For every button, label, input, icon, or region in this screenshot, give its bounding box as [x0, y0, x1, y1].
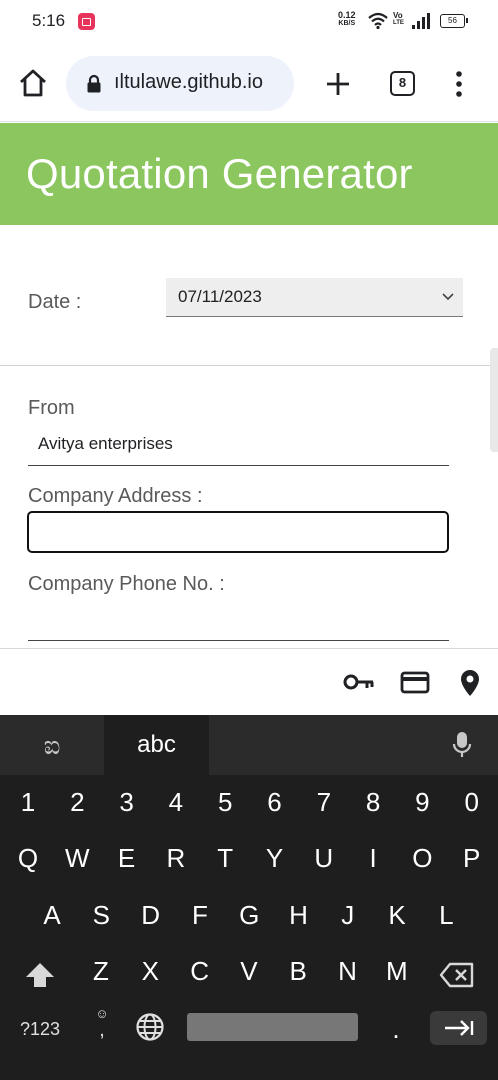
key-icon[interactable] — [343, 668, 375, 696]
from-input[interactable]: Avitya enterprises — [28, 426, 449, 466]
globe-icon[interactable] — [135, 1012, 165, 1042]
key-digit-9[interactable]: 9 — [398, 776, 446, 828]
new-tab-icon[interactable] — [322, 68, 354, 100]
key-digit-5[interactable]: 5 — [201, 776, 249, 828]
backspace-icon[interactable] — [439, 962, 475, 988]
volte-top: Vo — [393, 11, 403, 20]
home-icon[interactable] — [16, 66, 50, 100]
space-key[interactable] — [187, 1013, 358, 1041]
net-speed-unit: KB/S — [338, 20, 356, 27]
key-letter-f[interactable]: F — [176, 889, 224, 941]
period-key[interactable]: . — [372, 1003, 420, 1055]
chevron-down-icon — [442, 293, 454, 301]
shift-icon[interactable] — [24, 961, 56, 989]
key-digit-7[interactable]: 7 — [300, 776, 348, 828]
page-title: Quotation Generator — [26, 150, 413, 197]
browser-toolbar: ıltulawe.github.io 8 — [0, 44, 498, 122]
keyboard-language-bar: ಐ abc — [0, 715, 498, 775]
key-letter-m[interactable]: M — [373, 945, 421, 997]
key-letter-w[interactable]: W — [53, 832, 101, 884]
key-letter-p[interactable]: P — [448, 832, 496, 884]
from-value: Avitya enterprises — [38, 434, 173, 453]
key-letter-z[interactable]: Z — [77, 945, 125, 997]
key-letter-b[interactable]: B — [274, 945, 322, 997]
battery-level: 56 — [448, 16, 457, 25]
more-menu-icon[interactable] — [448, 68, 470, 100]
status-bar: 5:16 0.12 KB/S Vo LTE 56 — [0, 0, 498, 44]
tab-switcher-button[interactable]: 8 — [390, 71, 415, 96]
key-letter-l[interactable]: L — [422, 889, 470, 941]
date-value: 07/11/2023 — [178, 287, 262, 306]
scrollbar[interactable] — [490, 348, 498, 452]
key-letter-u[interactable]: U — [300, 832, 348, 884]
microphone-icon[interactable] — [452, 731, 472, 759]
location-pin-icon[interactable] — [458, 668, 482, 698]
net-speed: 0.12 KB/S — [338, 11, 356, 28]
key-letter-o[interactable]: O — [398, 832, 446, 884]
key-letter-c[interactable]: C — [176, 945, 224, 997]
key-letter-v[interactable]: V — [225, 945, 273, 997]
key-letter-i[interactable]: I — [349, 832, 397, 884]
address-bar[interactable]: ıltulawe.github.io — [66, 56, 294, 111]
key-letter-y[interactable]: Y — [251, 832, 299, 884]
volte-indicator: Vo LTE — [393, 12, 404, 27]
key-letter-j[interactable]: J — [324, 889, 372, 941]
company-phone-input[interactable] — [28, 600, 449, 641]
signal-icon — [412, 13, 430, 29]
battery-icon: 56 — [440, 14, 468, 28]
url-text[interactable]: ıltulawe.github.io — [114, 71, 286, 94]
company-address-input[interactable] — [27, 511, 449, 553]
key-digit-0[interactable]: 0 — [448, 776, 496, 828]
tab-arrow-icon — [445, 1020, 474, 1036]
key-letter-r[interactable]: R — [152, 832, 200, 884]
soft-keyboard: ಐ abc 1234567890 QWERTYUIOP ASDFGHJKL ZX… — [0, 715, 498, 1080]
key-letter-e[interactable]: E — [103, 832, 151, 884]
key-letter-s[interactable]: S — [77, 889, 125, 941]
status-time: 5:16 — [32, 11, 66, 30]
company-address-label: Company Address : — [28, 485, 203, 507]
abc-layout-tab[interactable]: abc — [104, 715, 209, 775]
kannada-layout-tab[interactable]: ಐ — [0, 715, 104, 775]
key-digit-1[interactable]: 1 — [4, 776, 52, 828]
key-digit-8[interactable]: 8 — [349, 776, 397, 828]
key-letter-q[interactable]: Q — [4, 832, 52, 884]
emoji-comma-key[interactable]: ☺ , — [92, 1007, 112, 1047]
key-digit-2[interactable]: 2 — [53, 776, 101, 828]
comma-glyph: , — [99, 1019, 105, 1041]
from-label: From — [28, 397, 75, 419]
company-phone-label: Company Phone No. : — [28, 573, 225, 595]
key-letter-d[interactable]: D — [127, 889, 175, 941]
page-header: Quotation Generator — [0, 123, 498, 225]
section-divider — [0, 365, 498, 366]
key-letter-n[interactable]: N — [324, 945, 372, 997]
screen-record-icon — [78, 13, 95, 30]
key-digit-3[interactable]: 3 — [103, 776, 151, 828]
key-letter-a[interactable]: A — [28, 889, 76, 941]
wifi-icon — [368, 12, 388, 30]
key-letter-g[interactable]: G — [225, 889, 273, 941]
key-letter-t[interactable]: T — [201, 832, 249, 884]
lock-icon[interactable] — [86, 74, 102, 94]
next-field-key[interactable] — [430, 1011, 487, 1045]
autofill-bar — [0, 648, 498, 715]
key-letter-k[interactable]: K — [373, 889, 421, 941]
key-letter-h[interactable]: H — [275, 889, 323, 941]
key-letter-x[interactable]: X — [126, 945, 174, 997]
date-label: Date : — [28, 291, 82, 313]
key-digit-6[interactable]: 6 — [251, 776, 299, 828]
symbols-key[interactable]: ?123 — [14, 1003, 66, 1055]
credit-card-icon[interactable] — [400, 668, 430, 696]
key-digit-4[interactable]: 4 — [152, 776, 200, 828]
date-select[interactable]: 07/11/2023 — [166, 278, 463, 317]
volte-bottom: LTE — [393, 20, 404, 26]
net-speed-value: 0.12 — [338, 10, 356, 20]
tab-count: 8 — [398, 75, 407, 90]
